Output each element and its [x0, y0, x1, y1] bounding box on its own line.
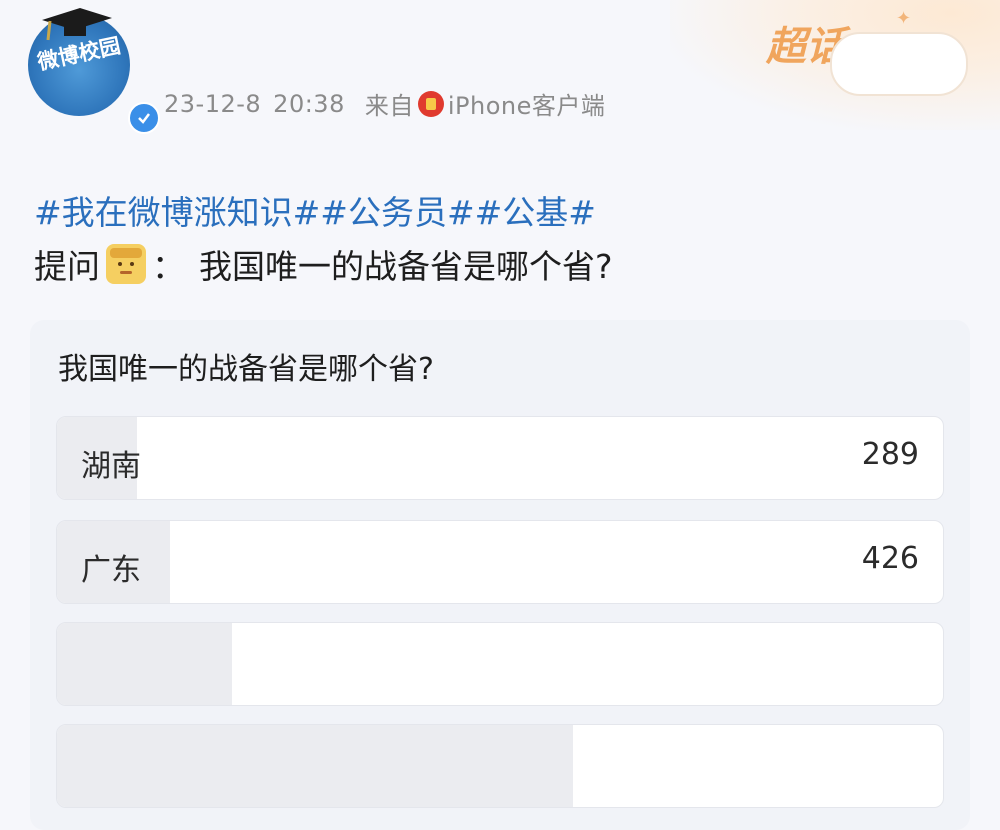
source-app[interactable]: iPhone客户端	[448, 86, 606, 121]
poll-option-label: 湖南	[81, 449, 141, 484]
poll-option-fill	[57, 725, 573, 807]
post-date: 23-12-8	[164, 89, 262, 118]
post-time: 20:38	[273, 89, 345, 118]
source-prefix: 来自	[364, 92, 414, 120]
follow-button[interactable]	[830, 32, 968, 96]
poll-option-label: 广东	[81, 553, 141, 588]
poll-option-2[interactable]: 广东 426	[56, 520, 944, 604]
question-text: 我国唯一的战备省是哪个省?	[199, 247, 613, 286]
poll-option-4[interactable]	[56, 724, 944, 808]
question-line: 提问 ： 我国唯一的战备省是哪个省?	[34, 240, 613, 288]
verified-badge-icon	[128, 102, 160, 134]
poll-title: 我国唯一的战备省是哪个省?	[58, 352, 434, 387]
poll-option-fill	[57, 623, 233, 705]
poll-option-1[interactable]: 湖南 289	[56, 416, 944, 500]
poll-option-count: 426	[861, 541, 919, 576]
question-prefix: 提问	[34, 247, 100, 286]
post-meta: 23-12-8 20:38 来自 iPhone客户端	[164, 86, 605, 121]
poll-option-count: 289	[861, 437, 919, 472]
red-envelope-icon	[417, 90, 444, 117]
sparkle-icon: ✦	[896, 8, 912, 29]
hashtag-links[interactable]: #我在微博涨知识##公务员##公基#	[34, 186, 596, 234]
poll-option-3[interactable]	[56, 622, 944, 706]
avatar[interactable]: 微博校园	[28, 8, 160, 134]
thinking-face-icon	[106, 244, 146, 284]
question-separator: ：	[152, 247, 185, 286]
